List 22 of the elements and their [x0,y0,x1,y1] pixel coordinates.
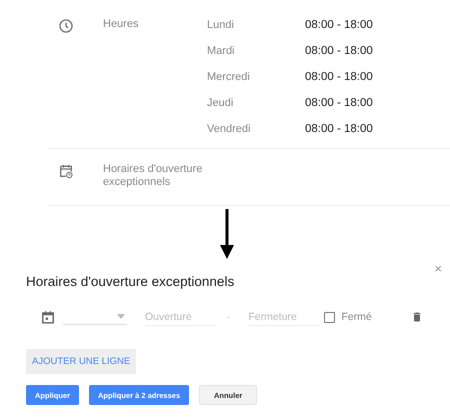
close-button[interactable]: × [434,262,442,275]
calendar-clock-icon [58,163,74,179]
down-arrow-icon [220,209,234,259]
closed-label: Fermé [341,311,372,323]
hours-time: 08:00 - 18:00 [305,45,373,57]
hours-time: 08:00 - 18:00 [305,71,373,83]
add-line-button[interactable]: AJOUTER UNE LIGNE [26,349,136,374]
hours-time: 08:00 - 18:00 [305,123,373,135]
day-name: Mardi [207,45,236,57]
day-name: Mercredi [207,71,251,83]
hours-label: Heures [103,18,140,32]
dialog-title: Horaires d'ouverture exceptionnels [26,274,234,289]
clock-icon [58,18,74,34]
special-hours-label: Horaires d'ouverture exceptionnels [103,163,204,189]
day-name: Jeudi [207,97,234,109]
day-name: Vendredi [207,123,252,135]
time-separator: - [227,312,230,322]
hours-time: 08:00 - 18:00 [305,97,373,109]
calendar-icon[interactable] [41,310,55,324]
day-name: Lundi [207,19,235,31]
closed-checkbox[interactable] [324,312,336,322]
hours-time: 08:00 - 18:00 [305,19,373,31]
